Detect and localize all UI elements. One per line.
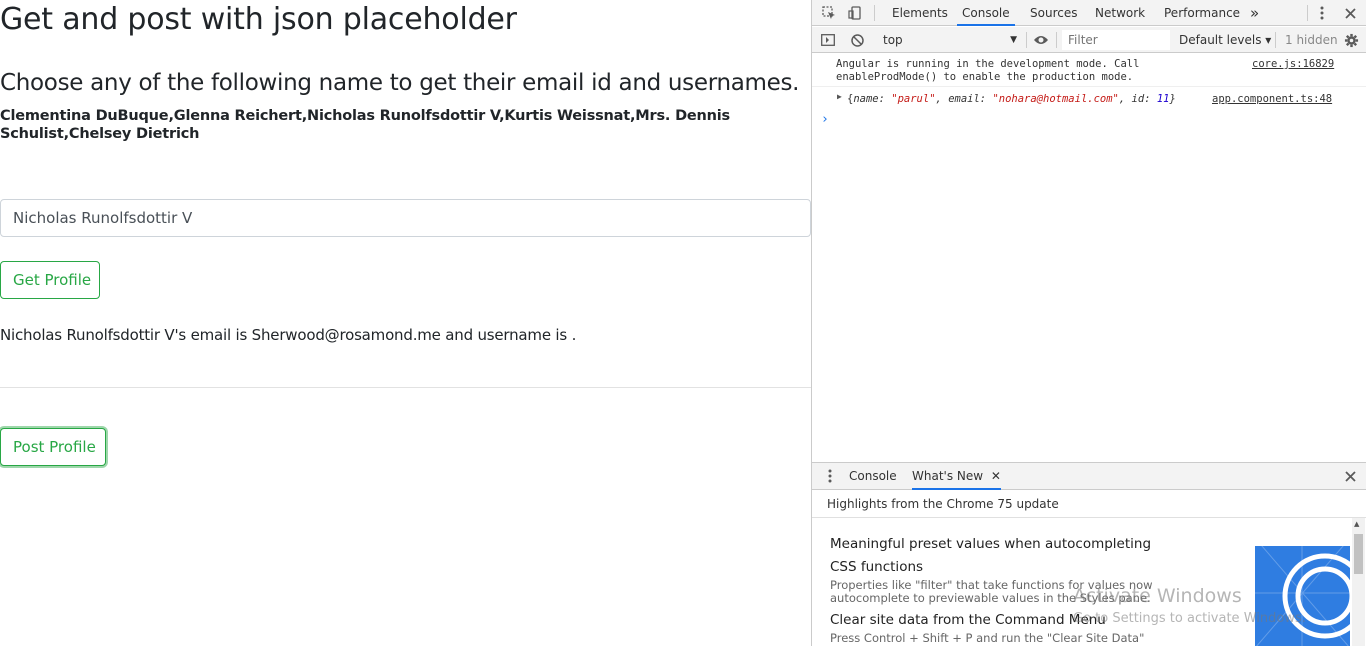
toolbar-separator [1026,32,1027,48]
whats-new-item-desc: Press Control + Shift + P and run the "C… [830,631,1145,646]
devtools-tabbar: Elements Console Sources Network Perform… [812,0,1366,26]
close-drawer-icon[interactable] [1341,467,1359,485]
drawer-tabbar: Console What's New ✕ [812,463,1366,490]
log-levels-dropdown[interactable]: Default levels ▾ [1179,27,1271,53]
whats-new-item-title[interactable]: Meaningful preset values when autocomple… [830,533,1160,579]
close-devtools-icon[interactable] [1341,4,1359,22]
page-title: Get and post with json placeholder [0,2,517,37]
names-list: Clementina DuBuque,Glenna Reichert,Nicho… [0,108,730,142]
console-message-text: Angular is running in the development mo… [836,58,1140,83]
divider [0,387,811,388]
page-subtitle: Choose any of the following name to get … [0,70,800,96]
scroll-thumb[interactable] [1354,534,1363,574]
context-value: top [883,33,903,47]
object-separator: , [935,93,949,105]
more-tabs-icon[interactable]: » [1250,0,1259,26]
post-profile-button[interactable]: Post Profile [0,428,106,466]
drawer-menu-icon[interactable] [821,467,839,485]
toolbar-separator [1056,32,1057,48]
console-message: ▶ {name: "parul", email: "nohara@hotmail… [812,91,1366,109]
drawer-scrollbar[interactable]: ▲ [1352,518,1365,646]
hidden-count: 1 hidden [1285,33,1338,47]
object-value: "nohara@hotmail.com" [992,93,1119,105]
drawer-divider [812,517,1366,518]
console-filter-input[interactable] [1062,30,1170,50]
expand-triangle-icon[interactable]: ▶ [837,92,842,101]
object-key: name: [853,93,892,105]
device-toolbar-icon[interactable] [846,4,864,22]
source-link[interactable]: core.js:16829 [1252,58,1334,70]
console-messages: Angular is running in the development mo… [812,54,1366,462]
toolbar-separator [1307,5,1308,21]
object-separator: , [1118,93,1132,105]
console-prompt-icon[interactable]: › [821,112,829,127]
tab-performance[interactable]: Performance [1164,0,1240,26]
watermark-subtitle: Go to Settings to activate Windows. [1073,611,1306,626]
clear-console-icon[interactable] [848,31,866,49]
live-expression-eye-icon[interactable] [1032,31,1050,49]
close-tab-icon[interactable]: ✕ [991,469,1001,483]
drawer-tab-console[interactable]: Console [849,463,897,490]
console-toolbar: top ▼ Default levels ▾ 1 hidden [812,27,1366,53]
app-pane: Get and post with json placeholder Choos… [0,0,811,646]
devtools-panel: Elements Console Sources Network Perform… [811,0,1366,646]
sidebar-toggle-icon[interactable] [819,31,837,49]
console-message: Angular is running in the development mo… [812,57,1366,87]
tab-elements[interactable]: Elements [892,0,948,26]
drawer-tab-label: What's New [912,469,984,483]
source-link[interactable]: app.component.ts:48 [1212,93,1332,105]
scroll-up-arrow-icon[interactable]: ▲ [1354,520,1359,528]
get-profile-button[interactable]: Get Profile [0,261,100,299]
context-select[interactable]: top ▼ [879,31,1019,49]
kebab-menu-icon[interactable] [1313,4,1331,22]
tab-sources[interactable]: Sources [1030,0,1077,26]
watermark-title: Activate Windows [1073,585,1242,607]
object-key: id: [1131,93,1157,105]
chevron-down-icon: ▼ [1010,35,1017,45]
result-text: Nicholas Runolfsdottir V's email is Sher… [0,326,577,344]
object-value: "parul" [891,93,936,105]
settings-gear-icon[interactable] [1342,31,1360,49]
toolbar-separator [1275,32,1276,48]
console-object[interactable]: {name: "parul", email: "nohara@hotmail.c… [847,93,1176,106]
name-input[interactable] [0,199,811,237]
object-value: 11 [1156,93,1170,105]
object-key: email: [948,93,993,105]
object-brace: } [1169,93,1176,105]
toolbar-separator [874,5,875,21]
tab-console[interactable]: Console [957,0,1015,26]
highlights-heading: Highlights from the Chrome 75 update [827,497,1059,511]
activate-windows-watermark: Activate Windows Go to Settings to activ… [1073,584,1306,630]
inspect-element-icon[interactable] [820,4,838,22]
drawer-tab-whats-new[interactable]: What's New ✕ [912,463,1001,490]
tab-network[interactable]: Network [1095,0,1145,26]
